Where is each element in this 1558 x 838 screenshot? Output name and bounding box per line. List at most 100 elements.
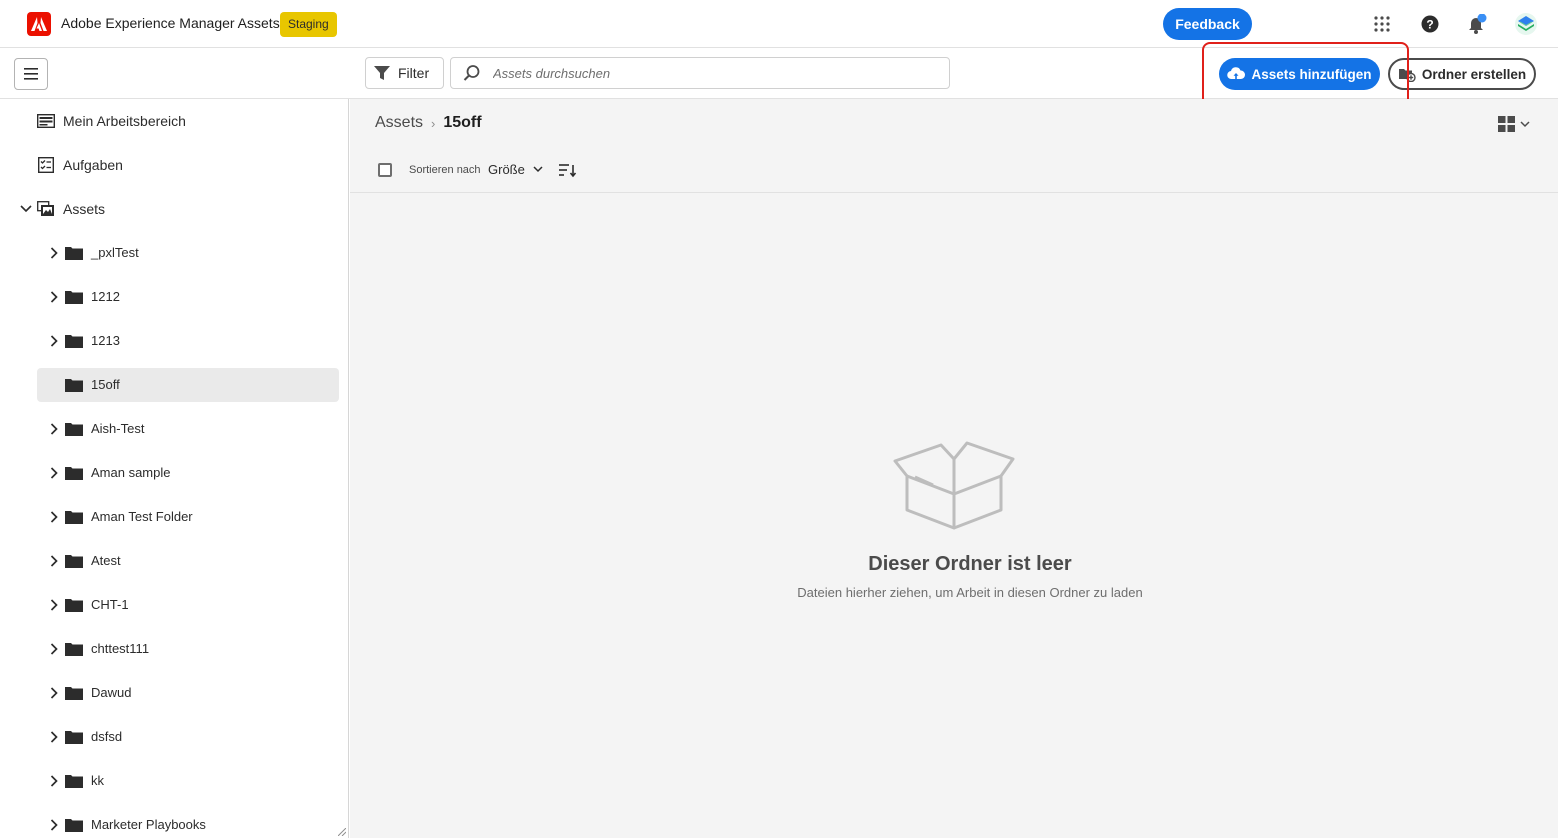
folder-tree-label: 1212 xyxy=(91,289,120,304)
sort-field-value: Größe xyxy=(488,162,525,177)
hamburger-menu-button[interactable] xyxy=(14,58,48,90)
folder-tree-label: 1213 xyxy=(91,333,120,348)
filter-button[interactable]: Filter xyxy=(365,57,444,89)
sidebar-item-assets[interactable]: Assets xyxy=(19,192,339,226)
create-folder-label: Ordner erstellen xyxy=(1421,66,1527,82)
folder-tree-label: chttest111 xyxy=(91,641,150,656)
view-switcher[interactable] xyxy=(1498,114,1532,134)
toolbar: Filter Assets hinzufügen Ordner erstelle… xyxy=(0,49,1558,99)
chevron-right-icon[interactable] xyxy=(48,598,60,612)
folder-tree-item[interactable]: dsfsd xyxy=(37,720,339,754)
empty-state-title: Dieser Ordner ist leer xyxy=(868,553,1072,575)
search-icon xyxy=(463,65,480,81)
chevron-right-icon[interactable] xyxy=(48,818,60,832)
filter-label: Filter xyxy=(398,65,430,81)
folder-tree-item[interactable]: Marketer Playbooks xyxy=(37,808,339,838)
sidebar-item-label: Aufgaben xyxy=(63,157,123,173)
folder-tree-label: Aman sample xyxy=(91,465,171,480)
folder-tree-item[interactable]: Aman Test Folder xyxy=(37,500,339,534)
chevron-right-icon[interactable] xyxy=(48,422,60,436)
app-title: Adobe Experience Manager Assets xyxy=(61,15,280,31)
sidebar-item-workspace[interactable]: Mein Arbeitsbereich xyxy=(37,104,339,138)
folder-icon xyxy=(65,290,83,304)
chevron-down-icon[interactable] xyxy=(19,200,33,218)
chevron-right-icon[interactable] xyxy=(48,466,60,480)
empty-box-icon xyxy=(893,441,1015,530)
sort-field-dropdown[interactable]: Größe xyxy=(488,162,543,177)
folder-icon xyxy=(65,510,83,524)
chevron-right-icon[interactable] xyxy=(48,334,60,348)
folder-tree-label: Aish-Test xyxy=(91,421,145,436)
assets-icon xyxy=(37,200,55,218)
help-icon[interactable]: ? xyxy=(1418,12,1442,36)
sidebar: Mein Arbeitsbereich Aufgaben Assets _pxl… xyxy=(0,99,349,838)
breadcrumb-root[interactable]: Assets xyxy=(375,114,423,132)
breadcrumb-separator-icon: › xyxy=(431,115,436,131)
apps-grid-icon[interactable] xyxy=(1370,12,1394,36)
sort-order-icon[interactable] xyxy=(558,162,578,178)
folder-icon xyxy=(65,642,83,656)
chevron-right-icon[interactable] xyxy=(48,774,60,788)
folder-tree-label: 15off xyxy=(91,377,120,392)
chevron-right-icon[interactable] xyxy=(48,510,60,524)
add-assets-button[interactable]: Assets hinzufügen xyxy=(1219,58,1380,90)
feedback-button[interactable]: Feedback xyxy=(1163,8,1252,40)
user-avatar[interactable] xyxy=(1514,12,1538,36)
search-box[interactable] xyxy=(450,57,950,89)
folder-icon xyxy=(65,686,83,700)
chevron-right-icon[interactable] xyxy=(48,730,60,744)
folder-icon xyxy=(65,334,83,348)
folder-icon xyxy=(65,598,83,612)
chevron-right-icon[interactable] xyxy=(48,642,60,656)
folder-icon xyxy=(65,774,83,788)
folder-tree-label: dsfsd xyxy=(91,729,123,744)
tasks-icon xyxy=(37,156,55,174)
folder-icon xyxy=(65,422,83,436)
top-bar: Adobe Experience Manager Assets Staging … xyxy=(0,0,1558,48)
folder-tree-label: Aman Test Folder xyxy=(91,509,193,524)
folder-tree-item[interactable]: 15off xyxy=(37,368,339,402)
notification-bell-icon[interactable] xyxy=(1465,12,1489,36)
chevron-right-icon[interactable] xyxy=(48,246,60,260)
chevron-right-icon[interactable] xyxy=(48,686,60,700)
grid-view-icon xyxy=(1498,116,1515,132)
create-folder-button[interactable]: Ordner erstellen xyxy=(1388,58,1536,90)
folder-icon xyxy=(65,554,83,568)
adobe-logo-icon[interactable] xyxy=(27,12,51,36)
folder-tree-label: Dawud xyxy=(91,685,132,700)
folder-tree-item[interactable]: _pxlTest xyxy=(37,236,339,270)
sidebar-item-label: Mein Arbeitsbereich xyxy=(63,113,186,129)
folder-tree-item[interactable]: chttest111 xyxy=(37,632,339,666)
search-input[interactable] xyxy=(493,65,913,81)
filter-icon xyxy=(374,66,390,80)
folder-icon xyxy=(65,466,83,480)
folder-tree-item[interactable]: kk xyxy=(37,764,339,798)
folder-tree-item[interactable]: Dawud xyxy=(37,676,339,710)
chevron-down-icon xyxy=(1520,120,1530,127)
add-assets-label: Assets hinzufügen xyxy=(1251,66,1372,82)
folder-tree-item[interactable]: 1212 xyxy=(37,280,339,314)
folder-tree-label: Marketer Playbooks xyxy=(91,817,206,832)
folder-tree-label: CHT-1 xyxy=(91,597,129,612)
chevron-right-icon[interactable] xyxy=(48,290,60,304)
resize-handle-icon[interactable] xyxy=(338,828,346,836)
folder-icon xyxy=(65,246,83,260)
folder-tree-item[interactable]: CHT-1 xyxy=(37,588,339,622)
folder-tree-item[interactable]: Aish-Test xyxy=(37,412,339,446)
svg-text:?: ? xyxy=(1426,18,1433,32)
folder-tree-label: kk xyxy=(91,773,104,788)
empty-state-subtitle: Dateien hierher ziehen, um Arbeit in die… xyxy=(797,585,1143,600)
hamburger-icon xyxy=(24,68,38,80)
sidebar-item-tasks[interactable]: Aufgaben xyxy=(37,148,339,182)
breadcrumb: Assets › 15off xyxy=(375,114,482,132)
cloud-upload-icon xyxy=(1227,67,1246,80)
sort-bar: Sortieren nach Größe xyxy=(350,149,1558,193)
folder-icon xyxy=(65,378,83,392)
folder-tree-item[interactable]: Aman sample xyxy=(37,456,339,490)
chevron-right-icon[interactable] xyxy=(48,554,60,568)
select-all-checkbox[interactable] xyxy=(378,163,392,177)
chevron-down-icon xyxy=(533,166,543,173)
folder-icon xyxy=(65,818,83,832)
folder-tree-item[interactable]: Atest xyxy=(37,544,339,578)
folder-tree-item[interactable]: 1213 xyxy=(37,324,339,358)
